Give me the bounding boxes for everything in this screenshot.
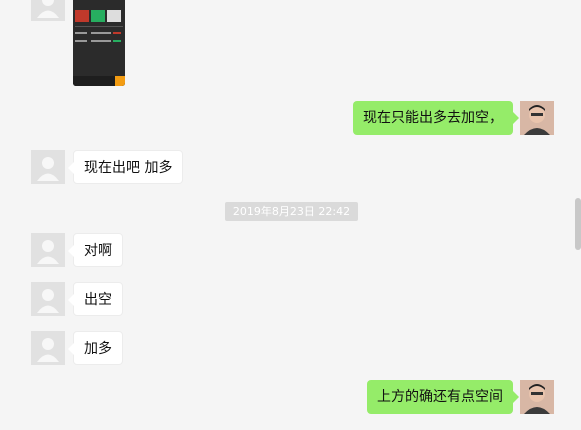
timestamp-divider: 2019年8月23日 22:42 (225, 202, 358, 221)
contact-avatar[interactable] (31, 331, 65, 365)
contact-avatar[interactable] (31, 0, 65, 21)
self-avatar[interactable] (520, 380, 554, 414)
self-avatar[interactable] (520, 101, 554, 135)
incoming-message[interactable]: 现在出吧 加多 (67, 150, 184, 184)
incoming-message[interactable]: 加多 (68, 331, 123, 365)
incoming-message[interactable]: 出空 (68, 282, 123, 316)
incoming-message[interactable]: 对啊 (68, 233, 123, 267)
contact-avatar[interactable] (31, 150, 65, 184)
outgoing-message[interactable]: 上方的确还有点空间 (367, 380, 519, 414)
chat-scrollbar[interactable] (575, 198, 581, 250)
image-message-thumbnail[interactable] (73, 0, 125, 86)
outgoing-message[interactable]: 现在只能出多去加空， (353, 101, 519, 135)
contact-avatar[interactable] (31, 282, 65, 316)
contact-avatar[interactable] (31, 233, 65, 267)
